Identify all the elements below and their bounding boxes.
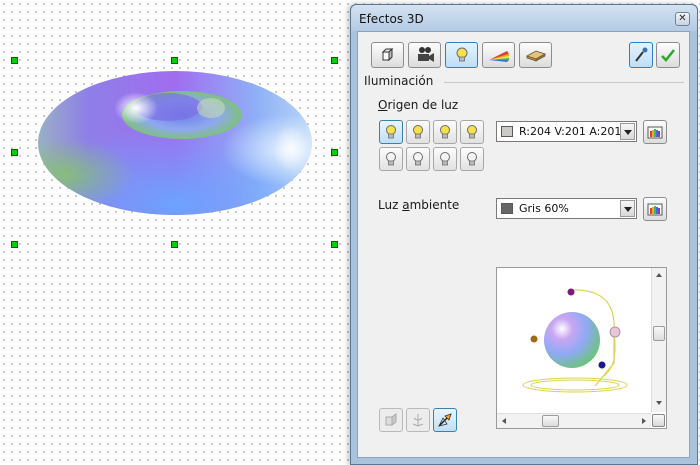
scroll-right-icon[interactable] (642, 418, 646, 424)
checkmark-icon (661, 49, 676, 62)
convert-3d-icon (385, 413, 397, 426)
torus-3d-object[interactable] (36, 68, 314, 218)
preview-horizontal-scrollbar[interactable] (497, 413, 651, 428)
tab-textures[interactable] (482, 42, 515, 68)
perspective-button[interactable] (433, 408, 457, 432)
scroll-up-icon[interactable] (656, 273, 662, 277)
tab-shading[interactable] (408, 42, 441, 68)
tab-illumination[interactable] (445, 42, 478, 68)
close-icon: ✕ (678, 13, 687, 24)
light-color-value: R:204 V:201 A:201 (519, 125, 622, 138)
light-source-4-button[interactable] (460, 120, 484, 144)
dialog-title: Efectos 3D (359, 12, 424, 26)
lightbulb-off-icon (467, 152, 477, 166)
lightbulb-on-icon (386, 125, 396, 139)
tab-material[interactable] (519, 42, 552, 68)
camera-icon (417, 47, 434, 62)
lightbulb-on-icon (413, 125, 423, 139)
dialog-panel: Iluminación Origen de luz R:204 V:201 A:… (357, 31, 690, 458)
light-source-3-button[interactable] (433, 120, 457, 144)
torus-graphic (38, 71, 312, 215)
ambient-light-select[interactable]: Gris 60% (496, 198, 637, 219)
chevron-down-icon[interactable] (620, 200, 635, 217)
horizontal-scroll-thumb[interactable] (542, 415, 559, 427)
selection-handle-bottom-center[interactable] (171, 241, 178, 248)
selection-handle-middle-left[interactable] (11, 149, 18, 156)
rotation-object-icon (412, 414, 424, 427)
lightbulb-off-icon (413, 152, 423, 166)
light-source-label: Origen de luz (378, 98, 459, 112)
selection-handle-middle-right[interactable] (331, 149, 338, 156)
lightbulb-off-icon (386, 152, 396, 166)
light-preview-graphic (522, 288, 628, 393)
dialog-titlebar[interactable]: Efectos 3D ✕ (351, 5, 697, 31)
scroll-down-icon[interactable] (656, 401, 662, 405)
light-source-5-button[interactable] (379, 147, 403, 171)
lightbulb-icon (456, 47, 467, 62)
selection-handle-bottom-right[interactable] (331, 241, 338, 248)
selection-handle-top-left[interactable] (11, 57, 18, 64)
close-button[interactable]: ✕ (675, 12, 690, 26)
effects-3d-dialog: Efectos 3D ✕ Iluminación Origen de luz R… (350, 4, 698, 465)
light-source-1-button[interactable] (379, 120, 403, 144)
drawing-canvas[interactable] (0, 0, 350, 463)
light-preview[interactable] (496, 267, 667, 429)
ambient-light-value: Gris 60% (519, 202, 569, 215)
vertical-scroll-thumb[interactable] (653, 326, 665, 341)
selection-handle-top-center[interactable] (171, 57, 178, 64)
section-title-illumination: Iluminación (364, 74, 434, 88)
perspective-icon (438, 413, 452, 427)
section-divider (444, 82, 684, 83)
ambient-light-label: Luz ambiente (378, 198, 460, 212)
ambient-color-swatch (501, 203, 513, 214)
light-source-6-button[interactable] (406, 147, 430, 171)
cube-icon (381, 47, 393, 62)
selection-handle-bottom-left[interactable] (11, 241, 18, 248)
material-icon (525, 50, 546, 62)
light-source-2-button[interactable] (406, 120, 430, 144)
color-palette-icon (647, 126, 663, 139)
lightbulb-on-icon (467, 125, 477, 139)
light-color-swatch (501, 126, 513, 137)
preview-vertical-scrollbar[interactable] (651, 268, 666, 412)
preview-corner-button[interactable] (652, 414, 665, 427)
convert-to-rotation-button[interactable] (406, 408, 430, 432)
assign-button[interactable] (629, 42, 653, 68)
convert-to-3d-button[interactable] (379, 408, 403, 432)
scroll-left-icon[interactable] (502, 418, 506, 424)
ambient-color-picker-button[interactable] (643, 197, 667, 221)
selection-handle-top-right[interactable] (331, 57, 338, 64)
lightbulb-on-icon (440, 125, 450, 139)
rainbow-icon (488, 51, 509, 62)
light-source-8-button[interactable] (460, 147, 484, 171)
update-button[interactable] (656, 42, 680, 68)
chevron-down-icon[interactable] (620, 123, 635, 140)
light-color-picker-button[interactable] (643, 120, 667, 144)
tab-geometry[interactable] (371, 42, 404, 68)
light-color-select[interactable]: R:204 V:201 A:201 (496, 121, 637, 142)
lightbulb-off-icon (440, 152, 450, 166)
pipette-icon (635, 47, 648, 62)
light-source-7-button[interactable] (433, 147, 457, 171)
color-palette-icon (647, 203, 663, 216)
